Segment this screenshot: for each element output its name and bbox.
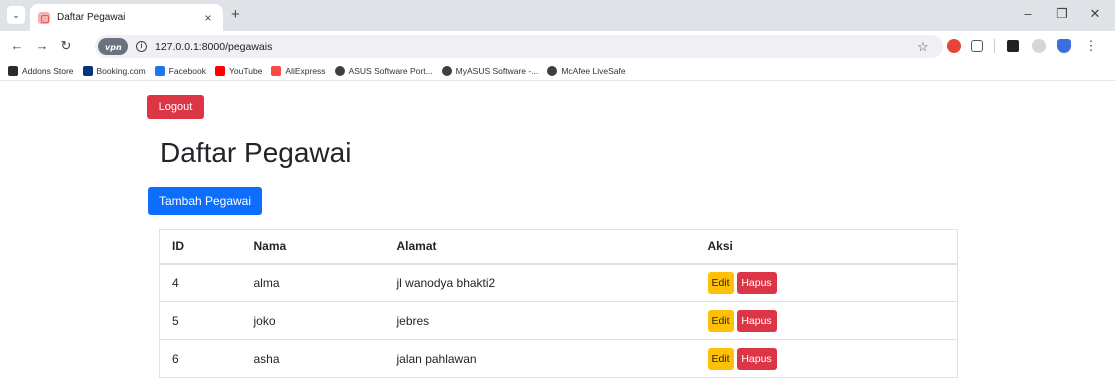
cell-alamat: jalan pahlawan (384, 339, 696, 378)
table-row: 4 alma jl wanodya bhakti2 Edit Hapus (159, 263, 958, 302)
youtube-icon (215, 65, 225, 76)
delete-button[interactable]: Hapus (736, 347, 777, 370)
edit-button[interactable]: Edit (707, 271, 734, 294)
facebook-icon (154, 65, 165, 76)
browser-toolbar: ← → ↻ vpn i 127.0.0.1:8000/pegawais ☆ ⋮ (0, 31, 1115, 61)
vpn-icon: vpn (105, 43, 122, 52)
tab-favicon-icon (38, 11, 50, 24)
edit-button[interactable]: Edit (707, 347, 734, 370)
globe-icon (547, 65, 558, 76)
cell-aksi: Edit Hapus (695, 301, 958, 340)
bookmark-item[interactable]: Booking.com (82, 65, 146, 76)
vpn-badge[interactable]: vpn (98, 38, 128, 55)
toolbar-divider (994, 39, 995, 53)
tab-search-chevron-icon[interactable]: ⌄ (7, 6, 25, 24)
column-header-id: ID (159, 229, 242, 265)
cell-aksi: Edit Hapus (695, 339, 958, 378)
cell-nama: asha (241, 339, 385, 378)
back-icon[interactable]: ← (9, 38, 25, 53)
bookmark-label: YouTube (229, 65, 263, 76)
delete-button[interactable]: Hapus (736, 271, 777, 294)
cell-id: 6 (159, 339, 242, 378)
menu-kebab-icon[interactable]: ⋮ (1083, 38, 1099, 54)
cell-nama: joko (241, 301, 385, 340)
forward-icon[interactable]: → (34, 38, 50, 53)
globe-icon (334, 65, 345, 76)
table-header-row: ID Nama Alamat Aksi (159, 229, 958, 265)
tab-title: Daftar Pegawai (57, 12, 126, 23)
logout-button[interactable]: Logout (147, 95, 204, 119)
booking-icon (82, 65, 93, 76)
bookmark-item[interactable]: YouTube (215, 65, 263, 76)
bookmark-label: McAfee LiveSafe (561, 65, 626, 76)
extension-shield-icon[interactable] (947, 39, 961, 53)
bookmark-item[interactable]: Facebook (154, 65, 206, 76)
extensions-puzzle-icon[interactable] (971, 40, 983, 52)
add-pegawai-button[interactable]: Tambah Pegawai (148, 187, 262, 215)
url-text[interactable]: 127.0.0.1:8000/pegawais (155, 41, 272, 53)
table-row: 5 joko jebres Edit Hapus (159, 301, 958, 340)
bookmark-label: AliExpress (285, 65, 326, 76)
tab-close-icon[interactable]: × (201, 11, 215, 25)
bookmark-label: MyASUS Software -... (455, 65, 539, 76)
tab-strip: ⌄ Daftar Pegawai × + – ❐ ✕ (0, 0, 1115, 31)
bookmark-label: Booking.com (96, 65, 146, 76)
cell-aksi: Edit Hapus (695, 263, 958, 302)
security-shield-icon[interactable] (1057, 39, 1071, 53)
addons-icon (8, 65, 18, 76)
column-header-aksi: Aksi (695, 229, 958, 265)
bookmark-item[interactable]: AliExpress (271, 65, 326, 76)
bookmarks-bar: Addons Store Booking.com Facebook YouTube Al… (0, 61, 1115, 81)
minimize-icon[interactable]: – (1018, 6, 1038, 21)
column-header-alamat: Alamat (384, 229, 696, 265)
column-header-nama: Nama (241, 229, 385, 265)
bookmark-label: Facebook (168, 65, 206, 76)
page-title: Daftar Pegawai (160, 137, 352, 168)
pegawai-table: ID Nama Alamat Aksi 4 alma jl wanodya bhak… (159, 229, 958, 378)
address-bar[interactable]: vpn i 127.0.0.1:8000/pegawais (95, 35, 943, 58)
bookmark-item[interactable]: ASUS Software Port... (334, 65, 433, 76)
aliexpress-icon (271, 65, 282, 76)
page-content: Logout Daftar Pegawai Tambah Pegawai ID … (0, 81, 1115, 383)
cell-id: 4 (159, 263, 242, 302)
side-panel-icon[interactable] (1007, 40, 1019, 52)
site-info-icon[interactable]: i (136, 41, 147, 52)
cell-id: 5 (159, 301, 242, 340)
globe-icon (441, 65, 452, 76)
reload-icon[interactable]: ↻ (58, 38, 74, 54)
restore-icon[interactable]: ❐ (1052, 6, 1072, 22)
window-close-icon[interactable]: ✕ (1085, 6, 1105, 22)
bookmark-item[interactable]: McAfee LiveSafe (547, 65, 626, 76)
bookmark-label: ASUS Software Port... (348, 65, 433, 76)
cell-nama: alma (241, 263, 385, 302)
svg-text:vpn: vpn (105, 43, 122, 52)
bookmark-star-icon[interactable]: ☆ (917, 39, 929, 55)
profile-avatar[interactable] (1032, 39, 1046, 53)
tab-active[interactable]: Daftar Pegawai × (30, 4, 223, 31)
cell-alamat: jl wanodya bhakti2 (384, 263, 696, 302)
edit-button[interactable]: Edit (707, 309, 734, 332)
bookmark-item[interactable]: MyASUS Software -... (441, 65, 539, 76)
bookmark-item[interactable]: Addons Store (8, 65, 74, 76)
bookmark-label: Addons Store (22, 65, 74, 76)
table-row: 6 asha jalan pahlawan Edit Hapus (159, 339, 958, 378)
new-tab-icon[interactable]: + (231, 6, 240, 23)
delete-button[interactable]: Hapus (736, 309, 777, 332)
cell-alamat: jebres (384, 301, 696, 340)
